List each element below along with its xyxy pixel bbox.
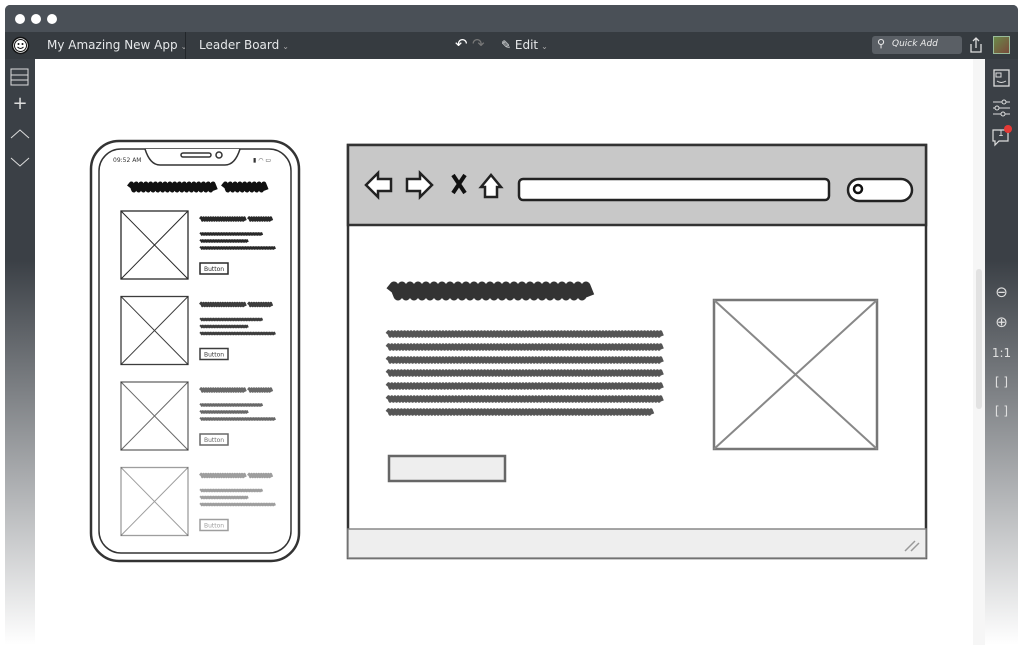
text-scribble xyxy=(199,495,249,500)
smiley-logo-icon[interactable] xyxy=(11,36,30,55)
chevron-up-icon[interactable] xyxy=(5,127,35,141)
pencil-icon: ✎ xyxy=(501,38,512,52)
minimize-window-button[interactable] xyxy=(31,14,41,24)
paragraph-scribble xyxy=(385,343,664,351)
title-bar xyxy=(5,5,1018,32)
zoom-out-icon[interactable]: ⊖ xyxy=(985,283,1018,301)
phone-button-label: Button xyxy=(204,437,224,444)
divider xyxy=(185,32,186,59)
paragraph-scribble xyxy=(385,356,664,364)
search-icon: ⚲ xyxy=(877,37,886,50)
text-scribble xyxy=(199,232,264,236)
close-window-button[interactable] xyxy=(15,14,25,24)
comment-count: 1 xyxy=(998,129,1004,139)
project-name: My Amazing New App xyxy=(47,38,178,52)
maximize-window-button[interactable] xyxy=(47,14,57,24)
text-scribble xyxy=(199,239,249,243)
redo-icon[interactable]: ↷ xyxy=(472,35,485,53)
heading-scribble xyxy=(386,281,595,301)
page-name: Leader Board xyxy=(199,38,280,52)
fullscreen-button[interactable]: [ ] xyxy=(985,404,1018,418)
zoom-in-icon[interactable]: ⊕ xyxy=(985,313,1018,331)
image-placeholder xyxy=(712,298,879,451)
sketch-button xyxy=(387,454,507,483)
text-scribble xyxy=(199,502,276,507)
title-scribble xyxy=(199,301,247,308)
text-scribble xyxy=(199,317,264,322)
canvas[interactable]: 09:52 AM ▮ ◠ ▭ Button Button Button Button xyxy=(35,59,985,645)
comments-button[interactable]: 1 xyxy=(985,125,1018,147)
quick-add-placeholder: Quick Add xyxy=(892,39,938,49)
text-scribble xyxy=(199,417,276,421)
text-scribble xyxy=(199,410,249,414)
toolbar: My Amazing New App ⌄ Leader Board ⌄ ↶ ↷ ✎ … xyxy=(5,32,1018,59)
text-scribble xyxy=(199,246,276,250)
title-scribble xyxy=(247,387,274,393)
title-scribble xyxy=(247,216,274,222)
phone-mockup: 09:52 AM ▮ ◠ ▭ Button Button Button Button xyxy=(89,139,301,563)
edit-menu[interactable]: ✎ Edit ⌄ xyxy=(501,38,548,52)
page-menu[interactable]: Leader Board ⌄ xyxy=(199,38,289,52)
project-menu[interactable]: My Amazing New App ⌄ xyxy=(47,38,187,52)
title-scribble xyxy=(247,301,274,308)
paragraph-scribble xyxy=(385,408,655,416)
browser-status-bar xyxy=(347,528,927,559)
app-window: My Amazing New App ⌄ Leader Board ⌄ ↶ ↷ ✎ … xyxy=(5,5,1018,645)
chevron-down-icon[interactable] xyxy=(5,155,35,169)
title-scribble xyxy=(199,472,247,479)
browser-mockup xyxy=(346,143,928,560)
paragraph-scribble xyxy=(385,330,664,338)
left-sidebar: + xyxy=(5,59,35,645)
edit-label: Edit xyxy=(514,38,539,52)
phone-button-label: Button xyxy=(204,352,224,359)
undo-icon[interactable]: ↶ xyxy=(455,35,468,53)
title-scribble xyxy=(199,216,247,222)
fit-to-screen-button[interactable]: [ ] xyxy=(985,375,1018,389)
title-scribble xyxy=(247,472,274,479)
vertical-scrollbar[interactable] xyxy=(976,269,982,409)
paragraph-scribble xyxy=(385,395,664,403)
title-scribble xyxy=(199,387,247,393)
text-scribble xyxy=(199,324,249,329)
share-icon[interactable] xyxy=(969,36,983,54)
browser-search-box xyxy=(846,177,914,203)
quick-add-input[interactable]: ⚲ Quick Add xyxy=(872,36,962,54)
text-scribble xyxy=(199,488,264,493)
url-bar xyxy=(517,177,831,202)
phone-time: 09:52 AM xyxy=(113,157,141,164)
notification-dot xyxy=(1004,125,1012,133)
paragraph-scribble xyxy=(385,369,664,377)
phone-button-label: Button xyxy=(204,266,224,273)
phone-button-label: Button xyxy=(204,523,224,530)
phone-status-icons: ▮ ◠ ▭ xyxy=(253,157,271,164)
text-scribble xyxy=(199,331,276,336)
layout-icon[interactable] xyxy=(5,67,35,87)
properties-icon[interactable] xyxy=(985,69,1018,87)
plus-icon[interactable]: + xyxy=(5,93,35,114)
phone-heading-scribble xyxy=(221,181,269,193)
actual-size-button[interactable]: 1:1 xyxy=(985,346,1018,360)
paragraph-scribble xyxy=(385,382,664,390)
settings-sliders-icon[interactable] xyxy=(985,99,1018,117)
text-scribble xyxy=(199,403,264,407)
right-sidebar: 1 ⊖ ⊕ 1:1 [ ] [ ] xyxy=(985,59,1018,645)
phone-heading-scribble xyxy=(127,181,218,193)
user-avatar[interactable] xyxy=(993,36,1010,54)
wireframe-drawing: 09:52 AM ▮ ◠ ▭ Button Button Button Button xyxy=(89,139,928,563)
